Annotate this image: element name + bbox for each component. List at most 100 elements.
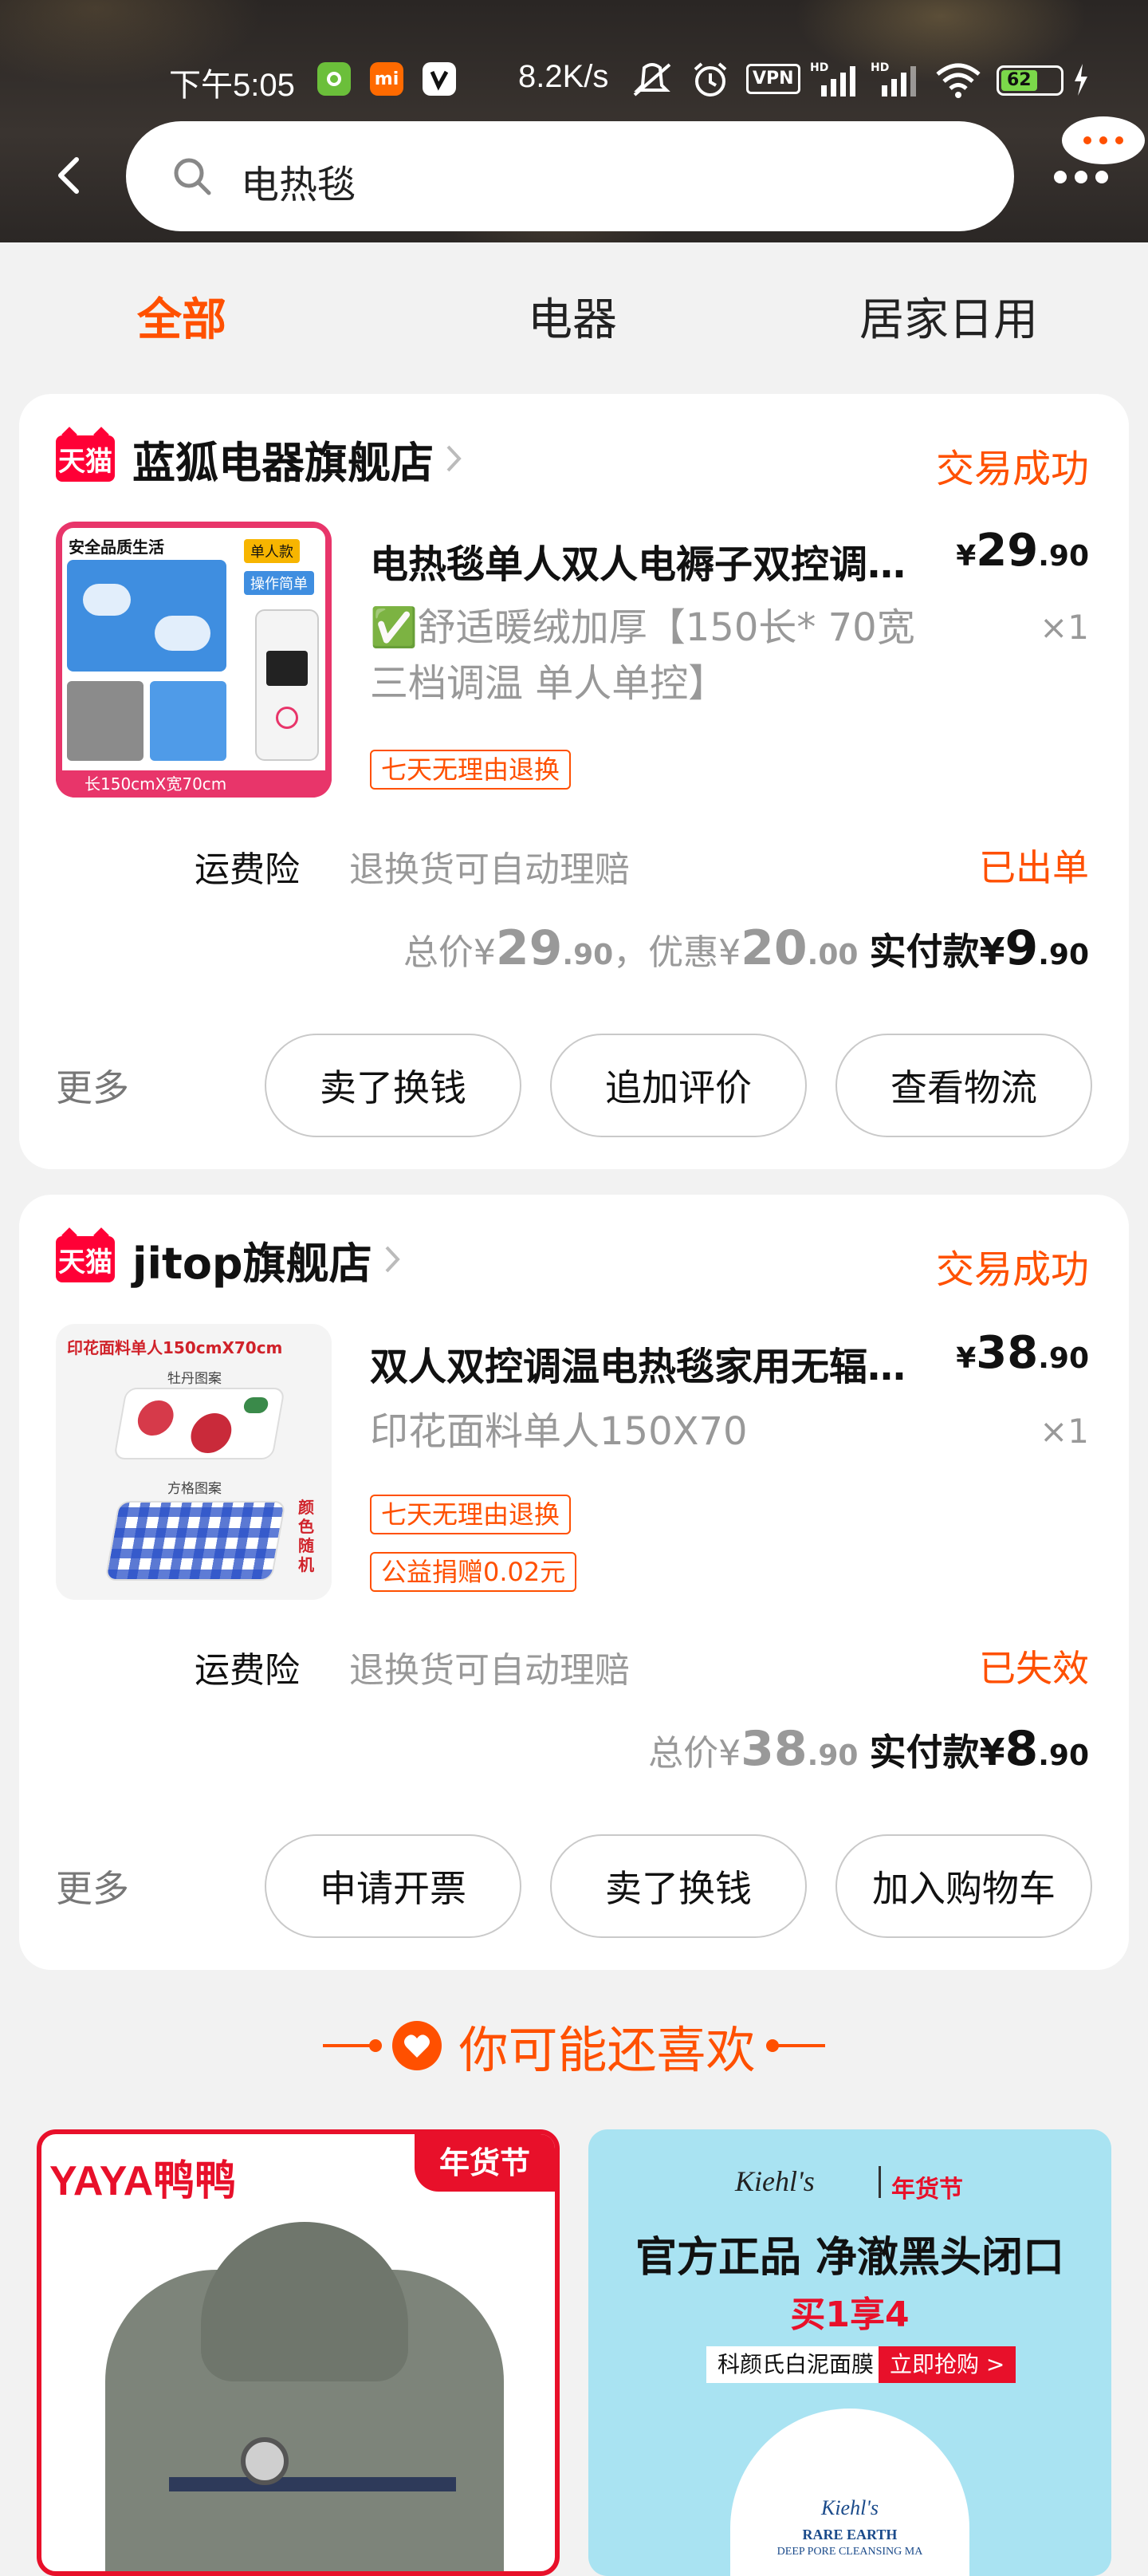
order-totals: 总价¥38.90 实付款¥8.90 bbox=[648, 1721, 1089, 1777]
search-query[interactable]: 电热毯 bbox=[241, 153, 356, 209]
svg-text:HD: HD bbox=[810, 61, 828, 74]
kiehls-logo: Kiehl's bbox=[735, 2165, 815, 2197]
pay-currency: ¥ bbox=[979, 1731, 1005, 1774]
chevron-right-icon bbox=[446, 445, 462, 472]
divider-right-icon bbox=[765, 2039, 825, 2052]
order-card[interactable]: 天猫 蓝狐电器旗舰店 交易成功 安全品质生活 单人款 操作简单 长150cmX宽… bbox=[19, 394, 1129, 1169]
price-currency: ¥ bbox=[956, 540, 977, 573]
blanket-pattern bbox=[155, 616, 210, 651]
total-label: 总价 bbox=[648, 1733, 719, 1774]
charging-icon bbox=[1071, 57, 1091, 102]
flower bbox=[187, 1413, 235, 1453]
return-tag: 七天无理由退换 bbox=[370, 1495, 572, 1534]
product-title[interactable]: 电热毯单人双人电褥子双控调温家用 bbox=[370, 533, 928, 589]
return-tag: 七天无理由退换 bbox=[370, 750, 572, 790]
chevron-left-icon bbox=[58, 157, 79, 194]
controller-image bbox=[255, 609, 319, 761]
status-time: 下午5:05 bbox=[169, 68, 295, 103]
tmall-badge: 天猫 bbox=[56, 435, 115, 482]
thumb-size: 长150cmX宽70cm bbox=[56, 770, 332, 798]
view-logistics-button[interactable]: 查看物流 bbox=[835, 1034, 1092, 1137]
search-icon bbox=[174, 158, 211, 195]
order-status: 交易成功 bbox=[935, 447, 1089, 491]
price-dec: .90 bbox=[1038, 540, 1089, 573]
shop-name[interactable]: 蓝狐电器旗舰店 bbox=[132, 427, 434, 490]
jar-text: RARE EARTH bbox=[802, 2527, 898, 2543]
chevron-right-icon bbox=[385, 1246, 400, 1273]
pay-label: 实付款 bbox=[869, 930, 980, 973]
kiehls-promo: 买1享4 bbox=[790, 2294, 910, 2335]
shop-header[interactable]: 天猫 蓝狐电器旗舰店 bbox=[56, 431, 462, 488]
thumb-tag-single: 单人款 bbox=[244, 539, 300, 563]
recommend-title: 你可能还喜欢 bbox=[458, 2021, 756, 2079]
add-review-button[interactable]: 追加评价 bbox=[550, 1034, 807, 1137]
tab-household[interactable]: 居家日用 bbox=[859, 284, 1038, 349]
blanket-image bbox=[67, 560, 226, 672]
pay-dec: .90 bbox=[1038, 939, 1089, 971]
color-note: 颜色随机 bbox=[298, 1498, 314, 1574]
price-int: 29 bbox=[976, 525, 1039, 577]
heart-shape bbox=[404, 2034, 431, 2058]
vpn-icon: VPN bbox=[746, 64, 800, 94]
pattern2-label: 方格图案 bbox=[167, 1481, 222, 1497]
thumb-headline: 印花面料单人150cmX70cm bbox=[67, 1338, 283, 1357]
flower bbox=[135, 1400, 177, 1436]
mi-icon: mi bbox=[370, 62, 403, 96]
jacket-hood bbox=[201, 2222, 408, 2381]
add-to-cart-button[interactable]: 加入购物车 bbox=[835, 1834, 1092, 1938]
thumb-tag-easy: 操作简单 bbox=[244, 571, 314, 595]
price-currency: ¥ bbox=[956, 1342, 977, 1375]
request-invoice-button[interactable]: 申请开票 bbox=[265, 1834, 521, 1938]
recommended-product[interactable]: Kiehl's 年货节 官方正品 净澈黑头闭口 买1享4 科颜氏白泥面膜 立即抢… bbox=[588, 2129, 1111, 2576]
kiehls-headline: 官方正品 净澈黑头闭口 bbox=[635, 2234, 1065, 2282]
wifi-icon bbox=[934, 57, 982, 102]
total-dec: .90 bbox=[807, 1739, 859, 1772]
divider-dot bbox=[765, 2039, 779, 2052]
controller-knob bbox=[276, 707, 298, 729]
network-speed: 8.2K/s bbox=[518, 59, 609, 94]
floral-blanket-image bbox=[113, 1388, 285, 1459]
buy-now-button[interactable]: 立即抢购 > bbox=[879, 2346, 1016, 2383]
product-title[interactable]: 双人双控调温电热毯家用无辐射安全 bbox=[370, 1335, 928, 1391]
battery-level: 62 bbox=[1001, 70, 1037, 91]
order-card[interactable]: 天猫 jitop旗舰店 交易成功 印花面料单人150cmX70cm 牡丹图案 方… bbox=[19, 1195, 1129, 1970]
jacket-patch bbox=[241, 2437, 289, 2485]
more-link[interactable]: 更多 bbox=[56, 1059, 129, 1112]
tab-all[interactable]: 全部 bbox=[137, 284, 226, 349]
product-qty: ×1 bbox=[1040, 1412, 1089, 1451]
heart-icon bbox=[392, 2021, 442, 2070]
recommended-product[interactable]: YAYA鸭鸭 年货节 bbox=[37, 2129, 560, 2576]
insurance-status: 已出单 bbox=[979, 846, 1089, 889]
product-price: ¥29.90 bbox=[956, 525, 1089, 577]
price-int: 38 bbox=[976, 1327, 1039, 1379]
shop-name[interactable]: jitop旗舰店 bbox=[132, 1228, 372, 1291]
back-button[interactable] bbox=[49, 152, 89, 199]
sell-button[interactable]: 卖了换钱 bbox=[265, 1034, 521, 1137]
tab-appliances[interactable]: 电器 bbox=[528, 284, 617, 349]
insurance-desc: 退换货可自动理赔 bbox=[349, 1650, 630, 1691]
pay-label: 实付款 bbox=[869, 1731, 980, 1774]
more-link[interactable]: 更多 bbox=[56, 1860, 129, 1912]
total-int: 38 bbox=[741, 1721, 808, 1777]
more-menu-button[interactable] bbox=[1049, 116, 1148, 196]
mute-icon bbox=[630, 57, 674, 102]
status-bar: 下午5:05 mi 8.2K/s VPN HD HD 62 bbox=[0, 51, 1148, 108]
insurance-desc: 退换货可自动理赔 bbox=[349, 849, 630, 890]
kiehls-divider bbox=[879, 2166, 881, 2198]
blanket-pattern bbox=[83, 584, 131, 616]
discount-label: ，优惠 bbox=[613, 932, 719, 973]
product-thumbnail[interactable]: 安全品质生活 单人款 操作简单 长150cmX宽70cm bbox=[56, 522, 332, 798]
festival-badge: 年货节 bbox=[415, 2134, 555, 2192]
pattern1-label: 牡丹图案 bbox=[167, 1371, 222, 1387]
tmall-badge: 天猫 bbox=[56, 1236, 115, 1282]
charity-tag: 公益捐赠0.02元 bbox=[370, 1552, 577, 1592]
pay-dec: .90 bbox=[1038, 1739, 1089, 1772]
product-price: ¥38.90 bbox=[956, 1327, 1089, 1379]
search-bar[interactable]: 电热毯 bbox=[126, 121, 1014, 231]
sell-button[interactable]: 卖了换钱 bbox=[550, 1834, 807, 1938]
pay-int: 9 bbox=[1005, 920, 1039, 976]
shop-header[interactable]: 天猫 jitop旗舰店 bbox=[56, 1231, 401, 1289]
recommend-header: 你可能还喜欢 bbox=[0, 2010, 1148, 2082]
product-thumbnail[interactable]: 印花面料单人150cmX70cm 牡丹图案 方格图案 颜色随机 bbox=[56, 1324, 332, 1600]
pay-int: 8 bbox=[1005, 1721, 1039, 1777]
